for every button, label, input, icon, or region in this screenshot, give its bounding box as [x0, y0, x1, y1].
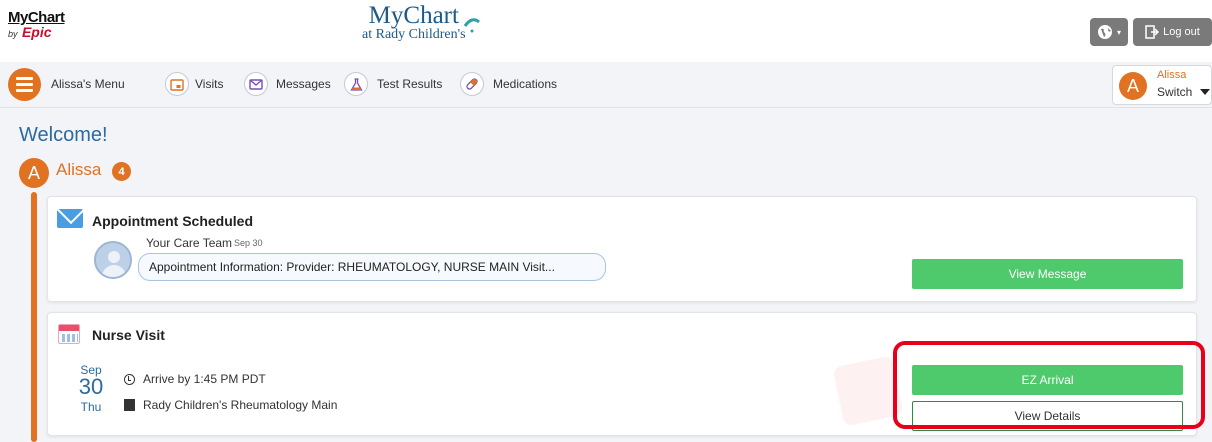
switch-user-name: Alissa	[1157, 69, 1187, 81]
user-menu-link[interactable]: Alissa's Menu	[51, 77, 125, 91]
pill-icon[interactable]	[460, 72, 484, 96]
calendar-icon[interactable]	[165, 72, 189, 96]
message-card: Appointment Scheduled Your Care Team Sep…	[47, 196, 1197, 302]
by-label: by	[8, 29, 18, 39]
card-title: Appointment Scheduled	[92, 213, 253, 229]
mychart-rady-logo[interactable]: MyChart at Rady Children's	[362, 2, 466, 42]
logout-icon	[1145, 25, 1160, 39]
avatar: A	[19, 158, 49, 188]
user-name: Alissa	[56, 160, 102, 179]
notification-count-badge: 4	[112, 162, 131, 181]
sender-name: Your Care Team	[146, 236, 233, 250]
swoosh-icon	[463, 18, 480, 33]
logout-label: Log out	[1163, 26, 1200, 38]
globe-icon	[1097, 25, 1112, 39]
caret-down-icon	[1200, 89, 1210, 95]
caret-down-icon: ▾	[1116, 27, 1121, 37]
care-team-avatar	[94, 241, 132, 279]
message-date: Sep 30	[234, 238, 263, 248]
nav-item-visits[interactable]: Visits	[195, 77, 223, 91]
flask-icon[interactable]	[344, 72, 368, 96]
highlight-annotation	[893, 341, 1205, 429]
clock-icon	[124, 374, 135, 385]
building-icon	[124, 399, 135, 411]
nav-item-test-results[interactable]: Test Results	[377, 77, 442, 91]
visit-day: 30	[78, 374, 104, 399]
view-message-button[interactable]: View Message	[912, 259, 1183, 289]
hamburger-menu-icon[interactable]	[8, 68, 41, 101]
visit-location: Rady Children's Rheumatology Main	[143, 398, 338, 412]
card-title: Nurse Visit	[92, 327, 165, 343]
nav-item-messages[interactable]: Messages	[276, 77, 331, 91]
mychart-epic-logo: MyChart by Epic	[8, 10, 65, 41]
nav-bar: Alissa's Menu Visits Messages Test Resul…	[0, 62, 1212, 108]
envelope-icon	[57, 209, 83, 228]
arrive-time: Arrive by 1:45 PM PDT	[143, 372, 266, 386]
switch-patient-button[interactable]: A Alissa Switch	[1112, 65, 1212, 105]
switch-label: Switch	[1157, 85, 1193, 99]
envelope-icon[interactable]	[244, 72, 268, 96]
logo-subtitle: at Rady Children's	[362, 27, 466, 42]
page-title: Welcome!	[19, 124, 108, 146]
logo-title: MyChart	[368, 2, 459, 29]
logout-button[interactable]: Log out	[1133, 18, 1212, 46]
epic-wordmark: Epic	[21, 24, 52, 40]
message-preview[interactable]: Appointment Information: Provider: RHEUM…	[138, 253, 606, 281]
nav-item-medications[interactable]: Medications	[493, 77, 557, 91]
avatar: A	[1119, 72, 1147, 100]
timeline-bar	[31, 192, 37, 442]
header: MyChart by Epic MyChart at Rady Children…	[0, 0, 1212, 62]
calendar-icon	[58, 324, 80, 344]
visit-weekday: Thu	[80, 400, 102, 414]
mychart-wordmark: MyChart	[8, 9, 65, 26]
language-button[interactable]: ▾	[1090, 18, 1128, 46]
